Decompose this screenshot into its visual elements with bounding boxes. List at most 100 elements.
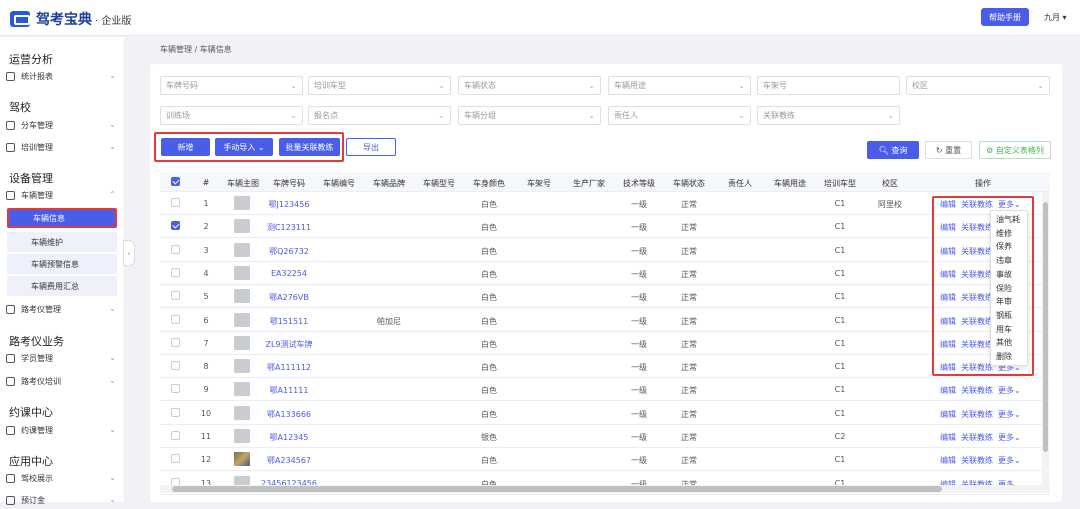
caret-down-icon: ▾ bbox=[1062, 13, 1067, 22]
vehicle-thumbnail[interactable] bbox=[234, 312, 250, 327]
bind-coach-link[interactable]: 关联教练 bbox=[961, 386, 993, 395]
sidebar-item[interactable]: 统计报表 ⌄ bbox=[6, 67, 120, 85]
more-menu-item[interactable]: 维修 bbox=[996, 228, 1012, 239]
edit-link[interactable]: 编辑 bbox=[940, 386, 956, 395]
query-button[interactable]: 🔍︎ 查询 bbox=[867, 141, 919, 159]
horizontal-scroll-thumb[interactable] bbox=[172, 486, 942, 492]
user-menu[interactable]: 九月 ▾ bbox=[1044, 12, 1067, 23]
more-menu-item[interactable]: 保险 bbox=[996, 283, 1012, 294]
chevron-down-icon: ⌄ bbox=[588, 81, 595, 90]
filter-field[interactable]: 车辆用途 ⌄ bbox=[608, 76, 751, 95]
filter-field[interactable]: 报名点 ⌄ bbox=[308, 106, 451, 125]
vehicle-thumbnail[interactable] bbox=[234, 405, 250, 420]
edit-link[interactable]: 编辑 bbox=[940, 410, 956, 419]
vehicle-thumbnail[interactable] bbox=[234, 452, 250, 467]
add-button[interactable]: 新增 bbox=[161, 138, 210, 156]
reset-button[interactable]: ↻ 重置 bbox=[925, 141, 972, 159]
vehicle-thumbnail[interactable] bbox=[234, 429, 250, 443]
plate-number[interactable]: 鄂A12345 bbox=[259, 432, 319, 443]
sidebar-item[interactable]: 约课管理 ⌄ bbox=[6, 421, 120, 439]
plate-number[interactable]: 鄂A133666 bbox=[259, 409, 319, 420]
filter-field[interactable]: 培训车型 ⌄ bbox=[308, 76, 451, 95]
plate-number[interactable]: 鄂Q26732 bbox=[259, 246, 319, 257]
bind-coach-link[interactable]: 关联教练 bbox=[961, 456, 993, 465]
vehicle-thumbnail[interactable] bbox=[234, 242, 250, 257]
sidebar-item[interactable]: 学员管理 ⌄ bbox=[6, 349, 120, 367]
sidebar-item[interactable]: 路考仪培训 ⌄ bbox=[6, 372, 120, 390]
filter-field[interactable]: 训练场 ⌄ bbox=[160, 106, 303, 125]
more-menu-item[interactable]: 钢瓶 bbox=[996, 310, 1012, 321]
vehicle-thumbnail[interactable] bbox=[234, 359, 250, 374]
batch-bind-coach-button[interactable]: 批量关联教练 bbox=[279, 138, 340, 156]
sidebar-item[interactable]: 驾校展示 ⌄ bbox=[6, 469, 120, 487]
chevron-down-icon: ⌄ bbox=[109, 120, 116, 129]
car-logo-icon bbox=[10, 11, 30, 27]
more-link[interactable]: 更多⌄ bbox=[998, 433, 1021, 442]
plate-number[interactable]: 鄂A11111 bbox=[259, 385, 319, 396]
filter-field[interactable]: 车架号 bbox=[757, 76, 900, 95]
filter-placeholder: 关联教练 bbox=[763, 111, 795, 120]
help-manual-button[interactable]: 帮助手册 bbox=[981, 8, 1029, 26]
filter-field[interactable]: 校区 ⌄ bbox=[906, 76, 1050, 95]
manual-import-button[interactable]: 手动导入 ⌄ bbox=[215, 138, 273, 156]
vehicle-thumbnail[interactable] bbox=[234, 289, 250, 304]
sidebar-item[interactable]: 预订金 ⌄ bbox=[6, 491, 120, 509]
vertical-scrollbar[interactable] bbox=[1042, 192, 1049, 485]
more-menu-item[interactable]: 删除 bbox=[996, 351, 1012, 362]
edit-link[interactable]: 编辑 bbox=[940, 456, 956, 465]
plate-number[interactable]: 鄂A276VB bbox=[259, 292, 319, 303]
more-menu-item[interactable]: 用车 bbox=[996, 324, 1012, 335]
vehicle-thumbnail[interactable] bbox=[234, 382, 250, 397]
filter-field[interactable]: 车牌号码 ⌄ bbox=[160, 76, 303, 95]
vehicle-thumbnail[interactable] bbox=[234, 219, 250, 234]
logo-sub: · 企业版 bbox=[95, 15, 132, 27]
chevron-down-icon: ⌄ bbox=[887, 111, 894, 120]
vehicle-thumbnail[interactable] bbox=[234, 335, 250, 350]
sidebar-subitem[interactable]: 车辆费用汇总 bbox=[7, 276, 117, 296]
plate-number[interactable]: ZL9测试车牌 bbox=[259, 339, 319, 350]
vehicle-thumbnail[interactable] bbox=[234, 265, 250, 280]
sidebar-subitem[interactable]: 车辆信息 bbox=[7, 208, 117, 228]
filter-field[interactable]: 责任人 ⌄ bbox=[608, 106, 751, 125]
vehicle-thumbnail[interactable] bbox=[234, 196, 250, 210]
table-row: 11 鄂A12345 银色 一级 正常 C2 编辑 关联教练 更多⌄ bbox=[160, 425, 1050, 448]
more-link[interactable]: 更多⌄ bbox=[998, 410, 1021, 419]
plate-number[interactable]: 鄂A111112 bbox=[259, 362, 319, 373]
bind-coach-link[interactable]: 关联教练 bbox=[961, 433, 993, 442]
plate-number[interactable]: EA32254 bbox=[259, 269, 319, 278]
vehicle-status: 正常 bbox=[681, 363, 697, 373]
sidebar-item[interactable]: 分车管理 ⌄ bbox=[6, 116, 120, 134]
user-name: 九月 bbox=[1044, 13, 1060, 22]
more-menu-item[interactable]: 违章 bbox=[996, 255, 1012, 266]
horizontal-scrollbar[interactable] bbox=[160, 485, 1050, 493]
edit-link[interactable]: 编辑 bbox=[940, 433, 956, 442]
more-link[interactable]: 更多⌄ bbox=[998, 386, 1021, 395]
plate-number[interactable]: 鄂151511 bbox=[259, 316, 319, 327]
logo[interactable]: 驾考宝典 · 企业版 bbox=[10, 9, 131, 29]
more-link[interactable]: 更多⌄ bbox=[998, 456, 1021, 465]
plate-number[interactable]: 鄂J123456 bbox=[259, 199, 319, 210]
more-menu-item[interactable]: 事故 bbox=[996, 269, 1012, 280]
vertical-scroll-thumb[interactable] bbox=[1043, 202, 1048, 452]
sidebar-item[interactable]: 路考仪管理 ⌄ bbox=[6, 300, 120, 318]
collapse-sidebar-button[interactable]: ‹ bbox=[123, 240, 135, 266]
filter-field[interactable]: 关联教练 ⌄ bbox=[757, 106, 900, 125]
more-menu-item[interactable]: 年审 bbox=[996, 296, 1012, 307]
sidebar-item[interactable]: 车辆管理 ⌃ bbox=[6, 186, 120, 204]
plate-number[interactable]: 鄂A234567 bbox=[259, 455, 319, 466]
more-menu-item[interactable]: 油气耗 bbox=[996, 214, 1020, 225]
sidebar-item[interactable]: 培训管理 ⌄ bbox=[6, 138, 120, 156]
more-menu-item[interactable]: 保养 bbox=[996, 241, 1012, 252]
custom-columns-button[interactable]: ⚙ 自定义表格列 bbox=[979, 141, 1051, 159]
plate-number[interactable]: 测C123111 bbox=[259, 222, 319, 233]
bind-coach-link[interactable]: 关联教练 bbox=[961, 410, 993, 419]
custom-columns-label: 自定义表格列 bbox=[995, 145, 1044, 155]
filter-field[interactable]: 车辆状态 ⌄ bbox=[458, 76, 601, 95]
train-type: C1 bbox=[834, 292, 846, 302]
vehicle-status: 正常 bbox=[681, 269, 697, 279]
sidebar-subitem[interactable]: 车辆维护 bbox=[7, 232, 117, 252]
export-button[interactable]: 导出 bbox=[346, 138, 396, 156]
more-menu-item[interactable]: 其他 bbox=[996, 337, 1012, 348]
filter-field[interactable]: 车辆分组 ⌄ bbox=[458, 106, 601, 125]
sidebar-subitem[interactable]: 车辆预警信息 bbox=[7, 254, 117, 274]
